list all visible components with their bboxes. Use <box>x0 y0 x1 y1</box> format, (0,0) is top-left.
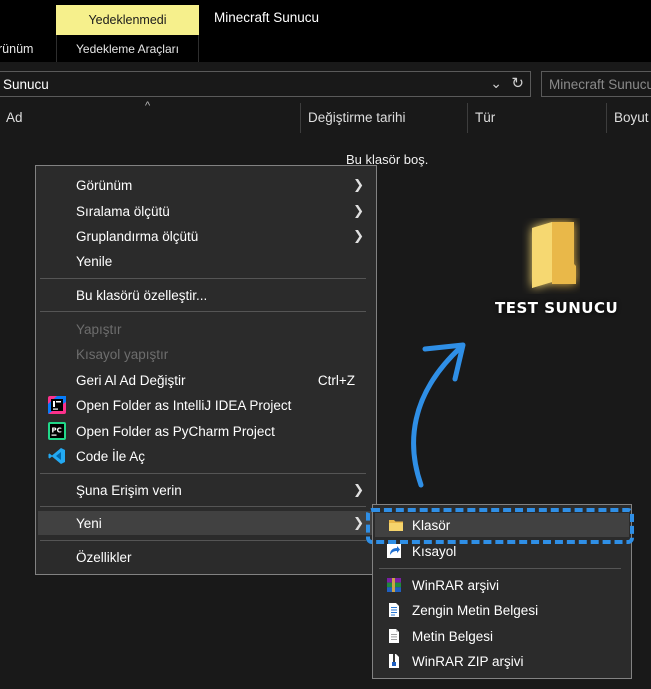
column-divider[interactable] <box>300 103 301 133</box>
menu-item-open-with-code[interactable]: Code İle Aç <box>36 444 376 468</box>
menu-item-label: Gruplandırma ölçütü <box>76 228 199 244</box>
column-header-date[interactable]: Değiştirme tarihi <box>308 110 406 125</box>
address-bar[interactable]: Sunucu ⌄ ↻ <box>0 71 531 97</box>
menu-separator <box>40 506 366 507</box>
menu-item-sort-by[interactable]: Sıralama ölçütü ❯ <box>36 199 376 223</box>
folder-icon <box>532 222 576 288</box>
column-header-size[interactable]: Boyut <box>614 110 649 125</box>
column-divider[interactable] <box>467 103 468 133</box>
chevron-right-icon: ❯ <box>353 177 364 192</box>
sort-caret-icon: ^ <box>145 100 151 112</box>
folder-caption: TEST SUNUCU <box>495 299 619 317</box>
vscode-icon <box>48 448 65 464</box>
winrar-icon <box>387 578 401 592</box>
intellij-icon <box>48 396 66 414</box>
menu-item-label: Görünüm <box>76 177 133 193</box>
menu-item-label: Şuna Erişim verin <box>76 482 182 498</box>
submenu-item-rich-text[interactable]: Zengin Metin Belgesi <box>373 598 631 622</box>
menu-item-new[interactable]: Yeni ❯ <box>38 511 374 535</box>
window-title: Minecraft Sunucu <box>214 10 320 25</box>
menu-item-paste-shortcut: Kısayol yapıştır <box>36 342 376 366</box>
submenu-item-label: Zengin Metin Belgesi <box>412 602 539 618</box>
menu-item-view[interactable]: Görünüm ❯ <box>36 173 376 197</box>
menu-item-label: Yenile <box>76 253 113 269</box>
menu-item-label: Code İle Aç <box>76 448 146 464</box>
column-divider[interactable] <box>606 103 607 133</box>
menu-item-label: Sıralama ölçütü <box>76 203 170 219</box>
menu-separator <box>40 473 366 474</box>
shortcut-icon <box>387 544 401 558</box>
tab-view[interactable]: rünüm <box>0 42 33 56</box>
chevron-down-icon[interactable]: ⌄ <box>490 75 502 92</box>
chevron-right-icon: ❯ <box>353 515 364 530</box>
menu-item-customize-folder[interactable]: Bu klasörü özelleştir... <box>36 283 376 307</box>
tab-backup-tools[interactable]: Yedekleme Araçları <box>56 35 199 62</box>
menu-separator <box>40 311 366 312</box>
menu-item-label: Bu klasörü özelleştir... <box>76 287 208 303</box>
context-menu: Görünüm ❯ Sıralama ölçütü ❯ Gruplandırma… <box>35 165 377 575</box>
chevron-right-icon: ❯ <box>353 228 364 243</box>
submenu-item-label: Kısayol <box>412 543 457 559</box>
menu-item-properties[interactable]: Özellikler <box>36 545 376 569</box>
menu-item-label: Open Folder as IntelliJ IDEA Project <box>76 397 292 413</box>
submenu-item-label: WinRAR ZIP arşivi <box>412 653 524 669</box>
menu-item-shortcut: Ctrl+Z <box>317 372 355 388</box>
submenu-separator <box>379 568 621 569</box>
menu-item-undo-rename[interactable]: Geri Al Ad Değiştir Ctrl+Z <box>36 368 376 392</box>
submenu-item-label: WinRAR arşivi <box>412 577 500 593</box>
submenu-item-label: Metin Belgesi <box>412 628 494 644</box>
address-path: Sunucu <box>3 76 49 92</box>
svg-text:PC: PC <box>52 427 62 435</box>
menu-item-label: Özellikler <box>76 549 132 565</box>
menu-item-open-pycharm[interactable]: PC Open Folder as PyCharm Project <box>36 419 376 443</box>
tab-yedeklenmedi[interactable]: Yedeklenmedi <box>56 5 199 35</box>
search-input[interactable]: Minecraft Sunucu <box>541 71 651 97</box>
menu-item-label: Kısayol yapıştır <box>76 346 169 362</box>
submenu-item-winrar-zip[interactable]: WinRAR ZIP arşivi <box>373 649 631 673</box>
chevron-right-icon: ❯ <box>353 203 364 218</box>
chevron-right-icon: ❯ <box>353 482 364 497</box>
column-header-name[interactable]: Ad <box>6 110 23 125</box>
refresh-icon[interactable]: ↻ <box>511 74 524 92</box>
menu-item-label: Yeni <box>76 515 102 531</box>
menu-item-open-intellij[interactable]: Open Folder as IntelliJ IDEA Project <box>36 393 376 417</box>
menu-item-label: Yapıştır <box>76 321 122 337</box>
text-document-icon <box>389 629 399 643</box>
menu-item-give-access[interactable]: Şuna Erişim verin ❯ <box>36 478 376 502</box>
menu-separator <box>40 540 366 541</box>
menu-item-label: Open Folder as PyCharm Project <box>76 423 275 439</box>
menu-separator <box>40 278 366 279</box>
winrar-zip-icon <box>389 654 399 668</box>
menu-item-group-by[interactable]: Gruplandırma ölçütü ❯ <box>36 224 376 248</box>
ribbon: Yedeklenmedi Minecraft Sunucu rünüm Yede… <box>0 0 651 62</box>
submenu-item-text-document[interactable]: Metin Belgesi <box>373 624 631 648</box>
menu-item-paste: Yapıştır <box>36 317 376 341</box>
menu-item-label: Geri Al Ad Değiştir <box>76 372 186 388</box>
rich-text-document-icon <box>389 603 399 617</box>
highlight-annotation <box>366 508 634 544</box>
column-header-type[interactable]: Tür <box>475 110 495 125</box>
annotation-arrow-icon <box>411 342 466 488</box>
submenu-item-winrar-archive[interactable]: WinRAR arşivi <box>373 573 631 597</box>
pycharm-icon: PC <box>48 422 66 440</box>
menu-item-refresh[interactable]: Yenile <box>36 249 376 273</box>
